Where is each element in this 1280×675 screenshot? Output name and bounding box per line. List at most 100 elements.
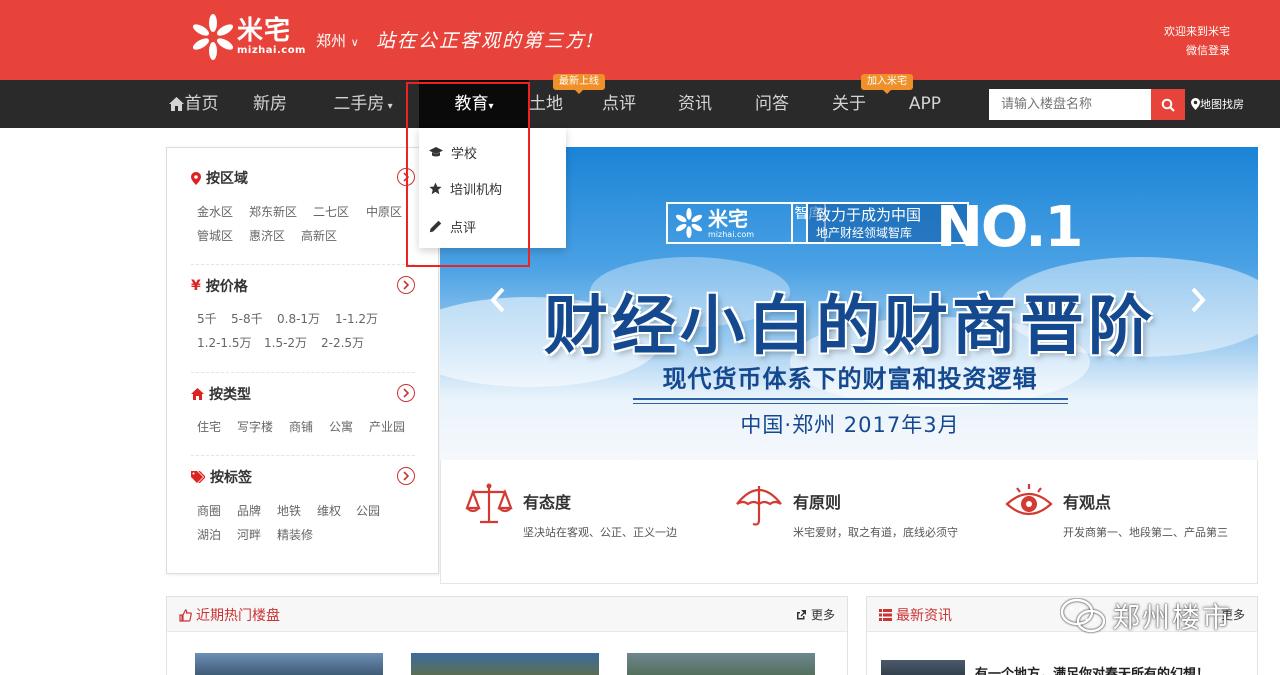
search-icon (1161, 98, 1175, 112)
filter-tag[interactable]: 精装修 (277, 526, 313, 543)
search-button[interactable] (1151, 89, 1185, 120)
filter-region-label: 按区域 (206, 171, 248, 187)
value-desc: 米宅爱财，取之有道，底线必须守 (793, 526, 958, 539)
filter-tag[interactable]: 写字楼 (237, 418, 273, 435)
banner-rule (633, 403, 1068, 404)
filter-tag[interactable]: 商圈 (197, 502, 221, 519)
dropdown-item-training[interactable]: 培训机构 (429, 178, 502, 198)
panel-title-text: 近期热门楼盘 (196, 608, 280, 624)
filter-tag[interactable]: 中原区 (366, 203, 402, 220)
filter-tag[interactable]: 金水区 (197, 203, 233, 220)
dropdown-item-school[interactable]: 学校 (429, 142, 477, 162)
filter-tag-title: 按标签 (191, 467, 252, 487)
logo-flower-icon (193, 14, 233, 60)
filter-type-more-button[interactable] (397, 384, 415, 402)
filter-tag[interactable]: 产业园 (369, 418, 405, 435)
filter-tag[interactable]: 河畔 (237, 526, 261, 543)
nav-new-house[interactable]: 新房 (240, 80, 300, 128)
filter-tag[interactable]: 维权 (317, 502, 341, 519)
divider (191, 264, 415, 265)
filter-tag[interactable]: 1-1.2万 (335, 310, 378, 327)
filter-price-more-button[interactable] (397, 276, 415, 294)
project-thumbnail[interactable] (411, 653, 599, 675)
filter-tag[interactable]: 5千 (197, 310, 217, 327)
banner-logo-domain: mizhai.com (708, 229, 755, 239)
filter-tag-more-button[interactable] (397, 467, 415, 485)
nav-home-label: 首页 (184, 94, 219, 114)
filter-tag-label: 按标签 (210, 470, 252, 486)
dropdown-item-review[interactable]: 点评 (429, 216, 476, 236)
chevron-right-icon (403, 172, 410, 182)
project-thumbnail[interactable] (627, 653, 815, 675)
eye-icon (1005, 484, 1053, 516)
wechat-watermark: 郑州楼市 (1060, 596, 1232, 636)
watermark-text: 郑州楼市 (1112, 601, 1233, 634)
banner-subtitle: 现代货币体系下的财富和投资逻辑 (662, 365, 1038, 393)
news-item-title[interactable]: 有一个地方，满足你对春天所有的幻想！ (975, 663, 1209, 675)
filter-tag[interactable]: 住宅 (197, 418, 221, 435)
filter-tag[interactable]: 1.2-1.5万 (197, 334, 252, 351)
filter-tag[interactable]: 1.5-2万 (264, 334, 307, 351)
value-title: 有观点 (1063, 493, 1112, 512)
panel-title: 最新资讯 (879, 605, 952, 625)
banner-rule (633, 398, 1068, 400)
nav-home[interactable]: 首页 (160, 80, 226, 128)
panel-title: 近期热门楼盘 (179, 605, 280, 625)
filter-tag[interactable]: 郑东新区 (249, 203, 297, 220)
filter-tag[interactable]: 湖泊 (197, 526, 221, 543)
nav-education[interactable]: 教育▾ (419, 80, 529, 128)
education-dropdown-menu: 学校 培训机构 点评 (419, 128, 566, 248)
filter-price-title: ¥ 按价格 (191, 276, 248, 296)
nav-second-hand[interactable]: 二手房 ▾ (320, 80, 406, 128)
banner-logo-text: 米宅 (708, 206, 748, 231)
filter-tag[interactable]: 公园 (356, 502, 380, 519)
banner-logo: 米宅 mizhai.com (666, 202, 793, 244)
hot-projects-panel: 近期热门楼盘 更多 (166, 596, 848, 675)
filter-tag[interactable]: 惠济区 (249, 227, 285, 244)
map-find-link[interactable]: 地图找房 (1191, 96, 1244, 112)
filter-tag[interactable]: 2-2.5万 (321, 334, 364, 351)
filter-region-more-button[interactable] (397, 168, 415, 186)
search-input[interactable] (989, 89, 1151, 120)
more-link[interactable]: 更多 (795, 606, 835, 623)
filter-tag[interactable]: 管城区 (197, 227, 233, 244)
home-icon (168, 97, 184, 111)
filter-tag[interactable]: 公寓 (329, 418, 353, 435)
filter-tag[interactable]: 0.8-1万 (277, 310, 320, 327)
nav-news[interactable]: 资讯 (665, 80, 725, 128)
filter-tag[interactable]: 二七区 (313, 203, 349, 220)
caret-down-icon: ▾ (384, 101, 393, 112)
filter-type-label: 按类型 (209, 387, 251, 403)
chevron-left-icon[interactable] (488, 286, 508, 314)
chevron-right-icon[interactable] (1188, 286, 1208, 314)
dropdown-item-label: 点评 (450, 220, 477, 236)
filter-tag[interactable]: 地铁 (277, 502, 301, 519)
nav-qa[interactable]: 问答 (742, 80, 802, 128)
badge-join-us: 加入米宅 (861, 74, 913, 94)
umbrella-icon (736, 486, 782, 526)
filter-tag[interactable]: 高新区 (301, 227, 337, 244)
value-title: 有原则 (793, 493, 842, 512)
project-thumbnail[interactable] (195, 653, 383, 675)
tags-icon (191, 471, 205, 483)
city-selector[interactable]: 郑州 ∨ (316, 30, 359, 51)
nav-land-label: 土地 (529, 94, 563, 114)
filter-tag[interactable]: 商铺 (289, 418, 313, 435)
list-icon (879, 609, 892, 621)
graduation-cap-icon (429, 146, 443, 156)
home-icon (191, 388, 204, 400)
filter-tag[interactable]: 品牌 (237, 502, 261, 519)
site-logo[interactable]: 米宅 mizhai.com (193, 14, 306, 60)
banner-title: 财经小白的财商晋阶 (544, 290, 1156, 364)
chevron-down-icon: ∨ (350, 36, 359, 49)
news-thumbnail[interactable] (881, 660, 965, 675)
filter-panel: 按区域 金水区 郑东新区 二七区 中原区 管城区 惠济区 高新区 ¥ 按价格 5… (166, 147, 439, 574)
wechat-icon (1060, 598, 1106, 633)
value-desc: 坚决站在客观、公正、正义一边 (523, 526, 677, 539)
wechat-login-link[interactable]: 微信登录 (1164, 41, 1230, 60)
logo-domain: mizhai.com (237, 45, 306, 56)
pencil-icon (429, 220, 442, 232)
panel-header: 近期热门楼盘 更多 (167, 597, 847, 632)
filter-tag[interactable]: 5-8千 (231, 310, 263, 327)
banner-no1: NO.1 (936, 195, 1083, 260)
